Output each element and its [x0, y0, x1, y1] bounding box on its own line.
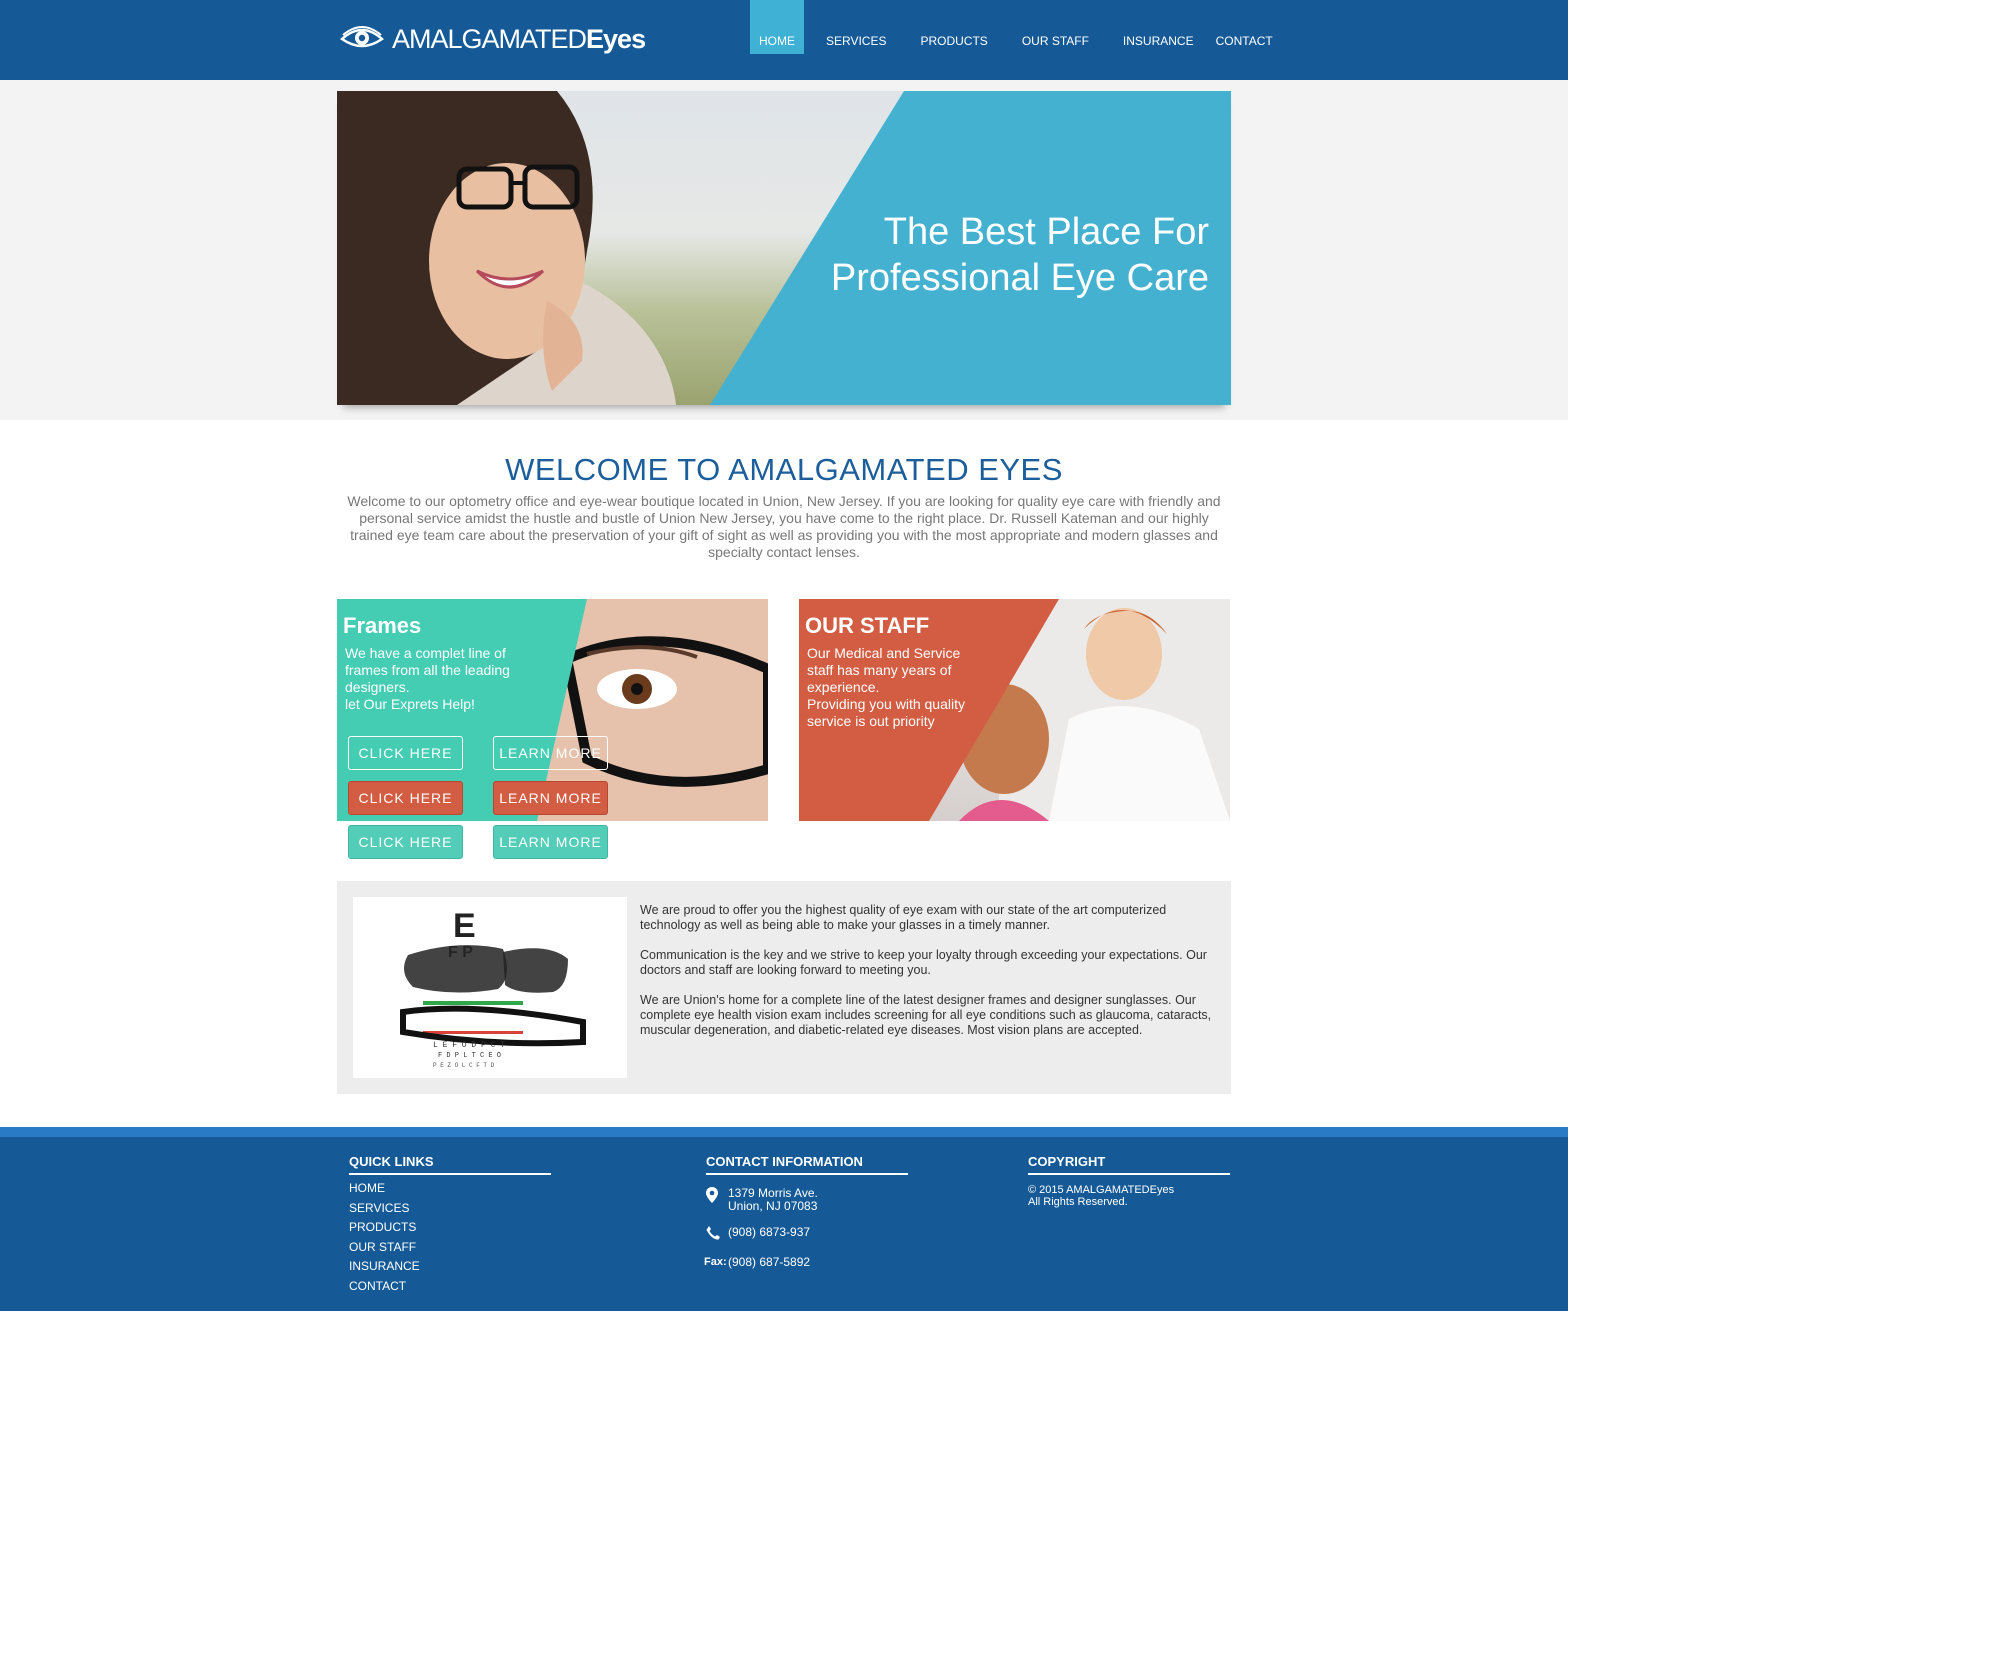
click-here-teal-button[interactable]: CLICK HERE — [348, 825, 463, 859]
phone-number[interactable]: (908) 6873-937 — [728, 1226, 810, 1239]
nav-contact[interactable]: CONTACT — [1206, 0, 1283, 54]
eye-logo-icon — [340, 26, 384, 48]
svg-text:E: E — [453, 907, 476, 945]
header: AMALGAMATEDEyes HOME SERVICES PRODUCTS O… — [0, 0, 1568, 80]
eye-chart-glasses-image: E F P L E F O D P C T F D P L T C E O P … — [353, 897, 627, 1078]
site-logo[interactable]: AMALGAMATEDEyes — [340, 22, 646, 56]
phone-icon — [706, 1226, 728, 1243]
copyright-line-1: © 2015 AMALGAMATEDEyes — [1028, 1184, 1175, 1196]
footer-address: 1379 Morris Ave. Union, NJ 07083 — [706, 1187, 908, 1213]
frames-title: Frames — [343, 613, 422, 638]
hero-title: The Best Place For Professional Eye Care — [830, 211, 1209, 299]
nav-our-staff[interactable]: OUR STAFF — [1012, 0, 1099, 54]
footer-link-our-staff[interactable]: OUR STAFF — [349, 1240, 551, 1254]
info-paragraph-1: We are proud to offer you the highest qu… — [640, 903, 1167, 932]
footer-copyright: COPYRIGHT © 2015 AMALGAMATEDEyes All Rig… — [1028, 1154, 1230, 1208]
nav-products[interactable]: PRODUCTS — [910, 0, 997, 54]
fax-label: Fax: — [704, 1256, 727, 1268]
address-line-2: Union, NJ 07083 — [728, 1199, 818, 1213]
staff-card: OUR STAFF Our Medical and Service staff … — [799, 599, 1230, 821]
footer: QUICK LINKS HOME SERVICES PRODUCTS OUR S… — [0, 1137, 1568, 1311]
svg-text:F D P L T C E O: F D P L T C E O — [438, 1052, 501, 1060]
staff-title: OUR STAFF — [805, 613, 930, 638]
info-text: We are proud to offer you the highest qu… — [640, 903, 1220, 1053]
fax-number: (908) 687-5892 — [728, 1255, 811, 1269]
footer-phone: (908) 6873-937 — [706, 1226, 908, 1243]
logo-text-light: AMALGAMATED — [392, 23, 587, 54]
copyright-title: COPYRIGHT — [1028, 1154, 1230, 1175]
info-paragraph-2: Communication is the key and we strive t… — [640, 948, 1207, 977]
welcome-title: WELCOME TO AMALGAMATED EYES — [505, 452, 1063, 487]
info-paragraph-3: We are Union's home for a complete line … — [640, 993, 1212, 1037]
nav-insurance[interactable]: INSURANCE — [1113, 0, 1204, 54]
footer-contact-info: CONTACT INFORMATION 1379 Morris Ave. Uni… — [704, 1154, 908, 1269]
info-section: E F P L E F O D P C T F D P L T C E O P … — [337, 881, 1231, 1094]
footer-link-contact[interactable]: CONTACT — [349, 1279, 551, 1293]
main-nav: HOME SERVICES PRODUCTS OUR STAFF INSURAN… — [750, 0, 1285, 54]
learn-more-outline-button[interactable]: LEARN MORE — [493, 736, 608, 770]
learn-more-teal-button[interactable]: LEARN MORE — [493, 825, 608, 859]
footer-link-services[interactable]: SERVICES — [349, 1201, 551, 1215]
nav-home[interactable]: HOME — [750, 0, 804, 54]
footer-link-products[interactable]: PRODUCTS — [349, 1221, 551, 1234]
quick-links-title: QUICK LINKS — [349, 1154, 551, 1175]
location-pin-icon — [706, 1187, 728, 1206]
eye-chart-illustration: E F P L E F O D P C T F D P L T C E O P … — [400, 907, 586, 1069]
welcome-text: Welcome to our optometry office and eye-… — [347, 493, 1221, 560]
click-here-red-button[interactable]: CLICK HERE — [348, 781, 463, 815]
staff-description: Our Medical and Service staff has many y… — [807, 645, 965, 729]
click-here-outline-button[interactable]: CLICK HERE — [348, 736, 463, 770]
svg-text:L E F O D P C T: L E F O D P C T — [433, 1041, 505, 1050]
footer-link-home[interactable]: HOME — [349, 1182, 551, 1195]
svg-text:P E Z O L C F T D: P E Z O L C F T D — [433, 1062, 495, 1069]
learn-more-red-button[interactable]: LEARN MORE — [493, 781, 608, 815]
copyright-line-2: All Rights Reserved. — [1028, 1196, 1128, 1208]
contact-info-title: CONTACT INFORMATION — [706, 1154, 908, 1175]
frames-description: We have a complet line of frames from al… — [345, 645, 510, 712]
hero-banner: The Best Place For Professional Eye Care — [337, 91, 1231, 405]
footer-link-insurance[interactable]: INSURANCE — [349, 1260, 551, 1273]
footer-accent-bar — [0, 1127, 1568, 1137]
footer-quick-links: QUICK LINKS HOME SERVICES PRODUCTS OUR S… — [349, 1154, 551, 1292]
nav-services[interactable]: SERVICES — [816, 0, 896, 54]
footer-fax: Fax: (908) 687-5892 — [704, 1256, 908, 1269]
logo-text-bold: Eyes — [586, 23, 646, 54]
